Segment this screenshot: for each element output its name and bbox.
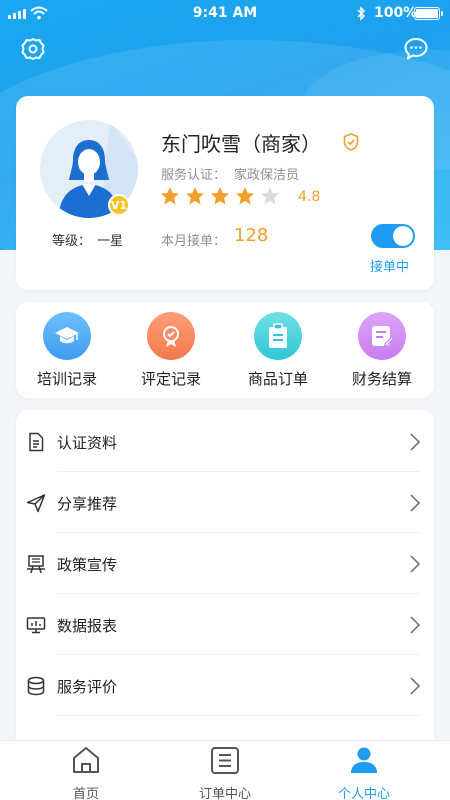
level-label: 等级： (52, 234, 92, 249)
quick-action-finance-settlement[interactable]: 财务结算 (332, 312, 432, 389)
graduation-cap-icon (43, 312, 91, 360)
menu-item-label: 分享推荐 (57, 495, 118, 513)
menu-item-label: 政策宣传 (57, 556, 118, 574)
document-icon (29, 432, 44, 452)
status-bar: 9:41 AM 100% (0, 0, 450, 26)
tab-home[interactable]: 首页 (36, 745, 136, 800)
database-icon (27, 676, 45, 696)
tab-label: 个人中心 (337, 787, 390, 800)
quick-action-label: 培训记录 (36, 370, 97, 388)
verified-shield-icon (343, 133, 359, 151)
battery-icon (414, 7, 443, 20)
quick-action-label: 商品订单 (247, 370, 308, 388)
menu-item-label: 数据报表 (57, 617, 118, 635)
service-cert-label: 服务认证： (161, 168, 227, 183)
monitor-chart-icon (26, 617, 46, 634)
quick-actions-card: 培训记录 评定记录 商品订单 财务结算 (16, 302, 434, 398)
menu-item-service-review[interactable]: 服务评价 (16, 655, 434, 716)
billboard-icon (27, 555, 45, 574)
star-filled-icon (161, 187, 179, 205)
paper-plane-icon (26, 494, 46, 513)
chevron-right-icon (410, 433, 420, 451)
quick-action-training-records[interactable]: 培训记录 (17, 312, 117, 389)
avatar[interactable]: V1 (40, 120, 138, 218)
tab-personal-center[interactable]: 个人中心 (314, 745, 414, 800)
menu-item-policy-promotion[interactable]: 政策宣传 (16, 533, 434, 594)
chevron-right-icon (410, 677, 420, 695)
settings-gear-icon[interactable] (20, 36, 46, 62)
star-filled-icon (211, 187, 229, 205)
tab-order-center[interactable]: 订单中心 (175, 745, 275, 800)
chevron-right-icon (410, 616, 420, 634)
vip-level-badge: V1 (108, 194, 130, 216)
menu-item-certification[interactable]: 认证资料 (16, 411, 434, 472)
service-cert-value: 家政保洁员 (234, 168, 300, 183)
tab-label: 首页 (72, 787, 99, 800)
battery-percent: 100% (374, 5, 418, 21)
bottom-tab-bar: 首页 订单中心 个人中心 (0, 740, 450, 800)
menu-item-label: 认证资料 (57, 434, 118, 452)
rating-stars (160, 186, 280, 206)
level-value: 一星 (97, 234, 124, 249)
chevron-right-icon (410, 555, 420, 573)
star-filled-icon (236, 187, 254, 205)
note-edit-icon (358, 312, 406, 360)
clipboard-icon (254, 312, 302, 360)
star-empty-icon (261, 187, 279, 205)
profile-card: V1 东门吹雪（商家） 服务认证： 家政保洁员 4.8 等级： 一星 本月接单：… (16, 96, 434, 290)
order-list-icon (211, 747, 239, 774)
tab-label: 订单中心 (198, 787, 251, 800)
quick-action-evaluation-records[interactable]: 评定记录 (121, 312, 221, 389)
menu-item-label: 服务评价 (57, 678, 118, 696)
user-icon (351, 747, 377, 773)
quick-action-label: 财务结算 (351, 370, 412, 388)
bluetooth-icon (357, 6, 366, 21)
rating-value: 4.8 (298, 189, 321, 205)
merchant-name: 东门吹雪（商家） (161, 132, 321, 156)
monthly-orders-label: 本月接单： (161, 234, 227, 249)
monthly-orders-value: 128 (234, 225, 269, 246)
accept-orders-toggle[interactable] (371, 224, 415, 248)
home-icon (73, 747, 99, 773)
accept-orders-status: 接单中 (370, 260, 410, 275)
message-bubble-icon[interactable] (403, 36, 429, 62)
quick-action-label: 评定记录 (140, 370, 201, 388)
star-filled-icon (186, 187, 204, 205)
menu-item-data-reports[interactable]: 数据报表 (16, 594, 434, 655)
quick-action-product-orders[interactable]: 商品订单 (228, 312, 328, 389)
menu-item-share-recommend[interactable]: 分享推荐 (16, 472, 434, 533)
chevron-right-icon (410, 494, 420, 512)
award-icon (147, 312, 195, 360)
